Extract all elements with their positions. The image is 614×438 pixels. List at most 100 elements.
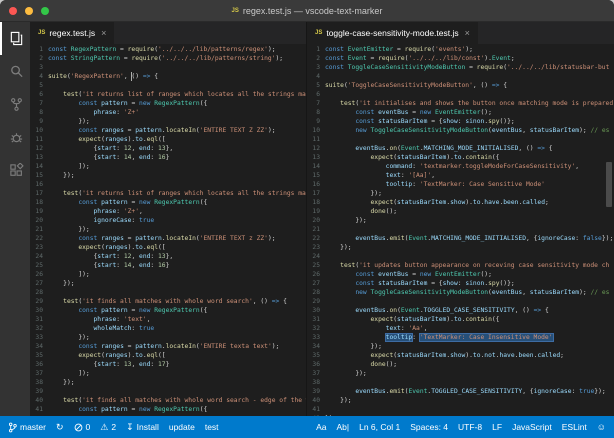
code-text: suite('RegexPattern', () => {	[48, 72, 158, 81]
code-line: 2const Event = require('../../../lib/con…	[307, 54, 614, 63]
code-text: ignoreCase: true	[48, 216, 154, 225]
activity-bar-debug[interactable]	[0, 121, 30, 154]
status-eslint[interactable]: ESLint	[562, 422, 587, 432]
code-text: done();	[325, 360, 397, 369]
zoom-window-button[interactable]	[41, 7, 49, 15]
code-line: 25 test('it updates button appearance on…	[307, 261, 614, 270]
code-line: 37 ]);	[30, 369, 306, 378]
code-line: 21 });	[30, 225, 306, 234]
code-text: done();	[325, 207, 397, 216]
code-text: const Event = require('../../../lib/cons…	[325, 54, 515, 63]
code-text: phrase: 'Z+',	[48, 207, 143, 216]
smiley-icon: ☺	[597, 423, 606, 432]
status-sync[interactable]: ↻	[56, 423, 64, 432]
line-number: 16	[30, 180, 48, 189]
line-number: 23	[30, 243, 48, 252]
status-npm-test[interactable]: test	[205, 422, 219, 432]
status-textmarker-case-sensitivity[interactable]: Aa	[316, 422, 326, 432]
code-text: const pattern = new RegexPattern({	[48, 405, 207, 414]
code-line: 23 expect(ranges).to.eql([	[30, 243, 306, 252]
status-language-mode[interactable]: JavaScript	[512, 422, 552, 432]
text-cursor	[131, 72, 132, 81]
code-line: 5suite('ToggleCaseSensitivityModeButton'…	[307, 81, 614, 90]
code-line: 25 {start: 14, end: 16}	[30, 261, 306, 270]
status-eol[interactable]: LF	[492, 422, 502, 432]
line-number: 24	[307, 252, 325, 261]
code-area[interactable]: 1const EventEmitter = require('events');…	[307, 44, 614, 416]
status-errors[interactable]: 0	[74, 422, 91, 432]
status-feedback[interactable]: ☺	[597, 423, 606, 432]
code-text: ]);	[48, 162, 90, 171]
status-warnings[interactable]: ⚠2	[100, 422, 116, 432]
source-control-icon	[9, 97, 24, 112]
window-title-text: regex.test.js — vscode-text-marker	[243, 6, 383, 16]
line-number: 14	[30, 162, 48, 171]
status-git-branch[interactable]: master	[8, 422, 46, 433]
code-text: const eventBus = new EventEmitter();	[325, 108, 492, 117]
line-number: 40	[30, 396, 48, 405]
tab-toggle-case-sensitivity-mode.test.js[interactable]: JStoggle-case-sensitivity-mode.test.js×	[307, 22, 478, 44]
line-number: 26	[30, 270, 48, 279]
code-text: const EventEmitter = require('events');	[325, 45, 473, 54]
line-number: 15	[30, 171, 48, 180]
line-number: 34	[307, 342, 325, 351]
warning-icon: ⚠	[100, 423, 108, 432]
code-line: 12 {start: 12, end: 13},	[30, 144, 306, 153]
minimize-window-button[interactable]	[25, 7, 33, 15]
status-label: ESLint	[562, 422, 587, 432]
code-line: 7 test('it initialises and shows the but…	[307, 99, 614, 108]
code-text: });	[48, 333, 90, 342]
code-text: });	[48, 225, 90, 234]
close-window-button[interactable]	[9, 7, 17, 15]
activity-bar-explorer[interactable]	[0, 22, 30, 55]
code-text: expect(statusBarItem).to.contain({	[325, 315, 499, 324]
line-number: 35	[30, 351, 48, 360]
js-file-icon: JS	[38, 30, 45, 36]
line-number: 41	[307, 405, 325, 414]
scrollbar-thumb[interactable]	[606, 162, 612, 207]
code-line: 19 done();	[307, 207, 614, 216]
line-number: 5	[30, 81, 48, 90]
line-number: 19	[30, 207, 48, 216]
code-text: eventBus.on(Event.MATCHING_MODE_INITIALI…	[325, 144, 553, 153]
line-number: 8	[30, 108, 48, 117]
code-line: 10 const ranges = pattern.locateIn('ENTI…	[30, 126, 306, 135]
code-line: 40 test('it finds all matches with whole…	[30, 396, 306, 405]
status-encoding[interactable]: UTF-8	[458, 422, 482, 432]
download-icon: ↧	[126, 423, 134, 432]
sync-icon: ↻	[56, 423, 64, 432]
line-number: 38	[30, 378, 48, 387]
line-number: 2	[30, 54, 48, 63]
line-number: 9	[30, 117, 48, 126]
tab-regex.test.js[interactable]: JSregex.test.js×	[30, 22, 114, 44]
code-text: eventBus.emit(Event.TOGGLED_CASE_SENSITI…	[325, 387, 606, 396]
activity-bar-source-control[interactable]	[0, 88, 30, 121]
code-text: expect(statusBarItem).to.contain({	[325, 153, 499, 162]
code-line: 6 test('it returns list of ranges which …	[30, 90, 306, 99]
status-textmarker-whole-match[interactable]: Ab|	[337, 422, 350, 432]
status-indentation[interactable]: Spaces: 4	[410, 422, 448, 432]
window-title: JS regex.test.js — vscode-text-marker	[232, 6, 383, 16]
code-text: {start: 14, end: 16}	[48, 153, 169, 162]
code-line: 30 const pattern = new RegexPattern({	[30, 306, 306, 315]
activity-bar-extensions[interactable]	[0, 154, 30, 187]
close-tab-icon[interactable]: ×	[101, 28, 106, 38]
status-label: UTF-8	[458, 422, 482, 432]
branch-icon	[8, 422, 17, 433]
status-npm-install[interactable]: ↧Install	[126, 422, 159, 432]
status-cursor-position[interactable]: Ln 6, Col 1	[359, 422, 400, 432]
code-line: 14 command: 'textmarker.toggleModeForCas…	[307, 162, 614, 171]
code-text: expect(ranges).to.eql([	[48, 351, 166, 360]
code-text: });	[325, 342, 382, 351]
code-line: 11	[307, 135, 614, 144]
code-line: 39	[30, 387, 306, 396]
extensions-icon	[9, 163, 24, 178]
code-area[interactable]: 1const RegexPattern = require('../../../…	[30, 44, 306, 416]
code-line: 17 });	[307, 189, 614, 198]
status-npm-update[interactable]: update	[169, 422, 195, 432]
code-line: 30 eventBus.on(Event.TOGGLED_CASE_SENSIT…	[307, 306, 614, 315]
code-text: phrase: 'Z+'	[48, 108, 139, 117]
activity-bar-search[interactable]	[0, 55, 30, 88]
code-text: eventBus.on(Event.TOGGLED_CASE_SENSITIVI…	[325, 306, 549, 315]
close-tab-icon[interactable]: ×	[465, 28, 470, 38]
